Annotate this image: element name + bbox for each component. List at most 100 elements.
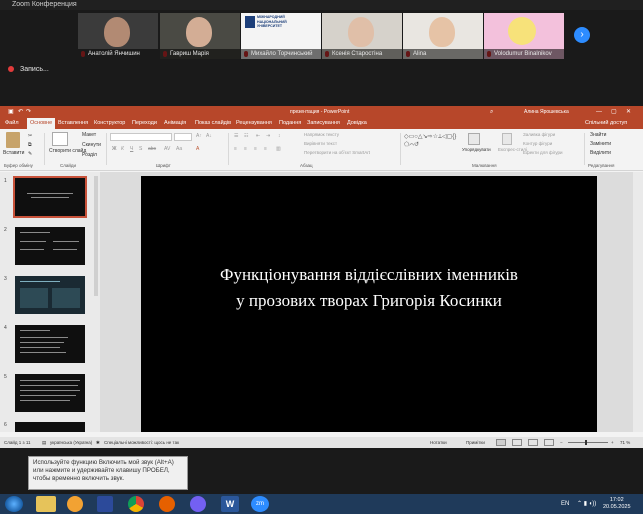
viber-icon[interactable] (190, 496, 206, 512)
thumbnails-scrollbar[interactable] (94, 176, 98, 296)
shapes-gallery[interactable]: ◇▭○△↘⇨☆⟂◁▢{}⬠⌒↺ (404, 133, 458, 157)
account-name[interactable]: Алина Ярошевська (524, 106, 569, 118)
font-size-select[interactable] (174, 133, 192, 141)
canvas-scrollbar[interactable] (633, 172, 643, 432)
slide-sorter-icon[interactable] (512, 439, 522, 446)
redo-icon[interactable]: ↷ (26, 106, 31, 118)
word-icon[interactable]: W (221, 496, 239, 512)
slide-thumbnail[interactable] (15, 276, 85, 314)
start-button-icon[interactable] (5, 496, 23, 512)
quick-styles-icon[interactable] (502, 133, 512, 145)
numbering-icon[interactable]: ☷ (244, 133, 248, 139)
tab-transitions[interactable]: Переходи (132, 118, 157, 129)
comments-button[interactable]: Примітки (466, 437, 485, 448)
language-status[interactable]: українська (Україна) (50, 437, 92, 448)
line-spacing-icon[interactable]: ↕ (278, 133, 281, 139)
zoom-slider-thumb[interactable] (585, 440, 587, 445)
align-right-icon[interactable]: ≡ (254, 146, 257, 152)
justify-icon[interactable]: ≡ (264, 146, 267, 152)
slide-thumbnail[interactable] (15, 325, 85, 363)
format-painter-icon[interactable]: ✎ (28, 151, 32, 157)
reading-view-icon[interactable] (528, 439, 538, 446)
tab-design[interactable]: Конструктор (94, 118, 125, 129)
minimize-icon[interactable]: — (596, 106, 602, 118)
next-page-arrow-icon[interactable]: › (574, 27, 590, 43)
shape-effects-button[interactable]: Ефекти для фігури (523, 150, 563, 155)
zoom-level[interactable]: 71 % (620, 437, 630, 448)
cut-icon[interactable]: ✂ (28, 133, 32, 139)
zoom-slider[interactable] (568, 442, 608, 443)
participant-tile[interactable]: МІЖНАРОДНИЙ НАЦІОНАЛЬНИЙ УНІВЕРСИТЕТ Мих… (241, 13, 321, 59)
close-icon[interactable]: ✕ (626, 106, 631, 118)
reset-button[interactable]: Скинути (82, 142, 101, 148)
replace-button[interactable]: Замінити (590, 141, 611, 147)
strikethrough-icon[interactable]: abc (148, 146, 156, 152)
maximize-icon[interactable]: ▢ (611, 106, 617, 118)
zoom-in-icon[interactable]: + (611, 437, 614, 448)
accessibility-icon[interactable]: ✱ (96, 437, 100, 448)
slideshow-view-icon[interactable] (544, 439, 554, 446)
participant-tile[interactable]: Alina (403, 13, 483, 59)
section-button[interactable]: Розділ (82, 152, 97, 158)
floppy-app-icon[interactable] (97, 496, 113, 512)
participant-tile[interactable]: Ксенія Старостіна (322, 13, 402, 59)
chrome-icon[interactable] (128, 496, 144, 512)
save-icon[interactable]: ▣ (8, 106, 14, 118)
grow-font-icon[interactable]: A↑ (196, 133, 202, 139)
change-case-icon[interactable]: Aa (176, 146, 182, 152)
participant-tile[interactable]: Гавриш Марія (160, 13, 240, 59)
file-explorer-icon[interactable] (36, 496, 56, 512)
slide-thumbnail[interactable] (15, 227, 85, 265)
arrange-button[interactable]: Упорядкувати (462, 147, 491, 152)
participant-tile[interactable]: Volodumur Binalnikov (484, 13, 564, 59)
layout-button[interactable]: Макет (82, 132, 96, 138)
text-direction-button[interactable]: Напрямок тексту (304, 132, 339, 137)
char-spacing-icon[interactable]: AV (164, 146, 170, 152)
tab-slideshow[interactable]: Показ слайдів (195, 118, 231, 129)
underline-icon[interactable]: Ч (130, 146, 133, 152)
paste-button[interactable]: Вставити (3, 150, 24, 156)
arrange-icon[interactable] (468, 133, 480, 145)
recording-indicator[interactable]: Запись... (8, 64, 49, 76)
search-icon[interactable]: ⌕ (490, 106, 493, 118)
select-button[interactable]: Виділити (590, 150, 611, 156)
shape-fill-button[interactable]: Заливка фігури (523, 132, 555, 137)
new-slide-icon[interactable] (52, 132, 68, 146)
shadow-icon[interactable]: S (139, 146, 142, 152)
tab-animations[interactable]: Анімація (164, 118, 186, 129)
current-slide[interactable]: Функціонування віддієслівних іменників у… (141, 176, 597, 432)
tab-home[interactable]: Основне (27, 118, 56, 129)
paste-icon[interactable] (6, 132, 20, 148)
tab-view[interactable]: Подання (279, 118, 301, 129)
share-button[interactable]: Спільний доступ (585, 118, 627, 129)
shrink-font-icon[interactable]: A↓ (206, 133, 212, 139)
shape-outline-button[interactable]: Контур фігури (523, 141, 552, 146)
italic-icon[interactable]: К (121, 146, 124, 152)
spellcheck-icon[interactable]: ▤ (42, 437, 46, 448)
bullets-icon[interactable]: ☰ (234, 133, 238, 139)
slide-title[interactable]: Функціонування віддієслівних іменників у… (141, 262, 597, 314)
align-left-icon[interactable]: ≡ (234, 146, 237, 152)
tab-file[interactable]: Файл (5, 118, 19, 129)
smartart-button[interactable]: Перетворити на обʼєкт SmartArt (304, 150, 370, 155)
normal-view-icon[interactable] (496, 439, 506, 446)
input-language[interactable]: EN (561, 494, 569, 514)
notes-button[interactable]: Нотатки (430, 437, 447, 448)
find-button[interactable]: Знайти (590, 132, 606, 138)
tab-help[interactable]: Довідка (347, 118, 367, 129)
tab-review[interactable]: Рецензування (236, 118, 272, 129)
media-player-icon[interactable] (67, 496, 83, 512)
tab-insert[interactable]: Вставлення (58, 118, 88, 129)
increase-indent-icon[interactable]: ⇥ (266, 133, 270, 139)
font-color-icon[interactable]: A (196, 146, 199, 152)
copy-icon[interactable]: ⧉ (28, 142, 32, 148)
zoom-out-icon[interactable]: − (560, 437, 563, 448)
align-center-icon[interactable]: ≡ (244, 146, 247, 152)
system-clock[interactable]: 17:02 20.05.2025 (603, 497, 631, 511)
zoom-app-icon[interactable]: zm (251, 496, 269, 512)
slide-thumbnail[interactable] (13, 176, 87, 218)
new-slide-button[interactable]: Створити слайд (49, 148, 86, 154)
accessibility-status[interactable]: Спеціальні можливості: щось не так (104, 437, 179, 448)
font-name-select[interactable] (110, 133, 172, 141)
decrease-indent-icon[interactable]: ⇤ (256, 133, 260, 139)
